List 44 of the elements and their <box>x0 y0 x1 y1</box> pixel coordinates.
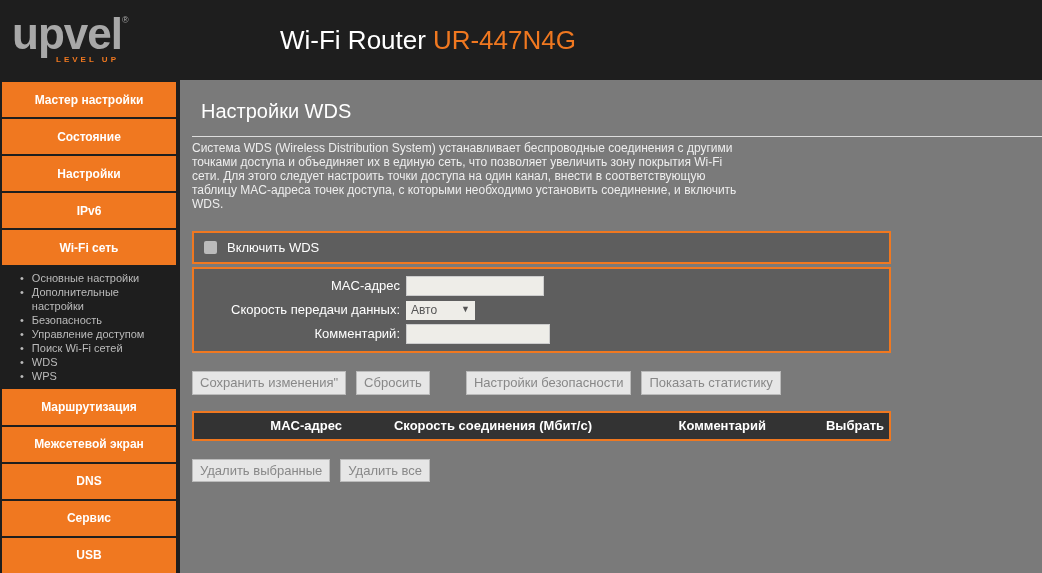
bullet: • <box>20 313 24 328</box>
sidebar-item[interactable]: Wi-Fi сеть <box>2 230 176 266</box>
sidebar-item[interactable]: Маршрутизация <box>2 389 176 425</box>
logo-tagline: LEVEL UP <box>56 55 119 66</box>
bullet: • <box>20 355 24 370</box>
logo-text: upvel <box>12 9 122 58</box>
input-field[interactable] <box>406 276 544 296</box>
sidebar-item[interactable]: Настройки <box>2 156 176 192</box>
sidebar-item[interactable]: Мастер настройки <box>2 82 176 118</box>
submenu-link[interactable]: Основные настройки <box>31 271 140 286</box>
bullet: • <box>20 369 24 384</box>
page-title: Настройки WDS <box>200 99 353 124</box>
checkbox[interactable] <box>204 241 217 254</box>
router-title: Wi-Fi Router <box>280 23 426 57</box>
submenu-link[interactable]: WDS <box>31 355 58 370</box>
column-header: Выбрать <box>824 416 884 435</box>
sidebar-item[interactable]: Сервис <box>2 500 176 536</box>
field-label: Комментарий: <box>313 325 401 344</box>
bullet: • <box>20 327 24 342</box>
bullet: • <box>20 271 24 286</box>
column-header: Комментарий <box>677 416 766 435</box>
submenu-link[interactable]: Безопасность <box>31 313 103 328</box>
sidebar-item[interactable]: Состояние <box>2 119 176 155</box>
sidebar-item[interactable]: IPv6 <box>2 193 176 229</box>
submenu-link[interactable]: Поиск Wi-Fi сетей <box>31 341 123 356</box>
sidebar-item[interactable]: DNS <box>2 463 176 499</box>
sidebar-item[interactable]: USB <box>2 537 176 573</box>
description: Система WDS (Wireless Distribution System) устанавливает беспроводные соединения с другими точками доступа и объединяет их в единую сеть, что позволяет увеличить зону покрытия Wi-Fi сети. Для этого следует настроить точки доступа на один канал, внести в соответствующую таблицу MAC-адреса точек доступа, с которыми необходимо установить соединение, и включить WDS. <box>192 141 738 211</box>
submenu-link[interactable]: WPS <box>31 369 57 384</box>
caret-icon: ▼ <box>461 303 470 317</box>
registered-mark: ® <box>121 15 129 25</box>
bullet: • <box>20 285 24 301</box>
column-header: MAC-адрес <box>269 416 342 435</box>
column-header: Скорость соединения (Мбит/с) <box>392 416 592 435</box>
sidebar-item[interactable]: Межсетевой экран <box>2 426 176 462</box>
submenu-link[interactable]: Управление доступом <box>31 327 145 342</box>
field-label: Скорость передачи данных: <box>230 301 401 320</box>
field-label: MAC-адрес <box>330 277 401 296</box>
input-field[interactable] <box>406 324 550 344</box>
bullet: • <box>20 341 24 356</box>
submenu-link[interactable]: Дополнительные настройки <box>31 285 157 314</box>
checkbox-label: Включить WDS <box>227 238 320 257</box>
select-field[interactable]: Авто ▼ <box>406 300 475 320</box>
router-model: UR-447N4G <box>432 23 576 57</box>
